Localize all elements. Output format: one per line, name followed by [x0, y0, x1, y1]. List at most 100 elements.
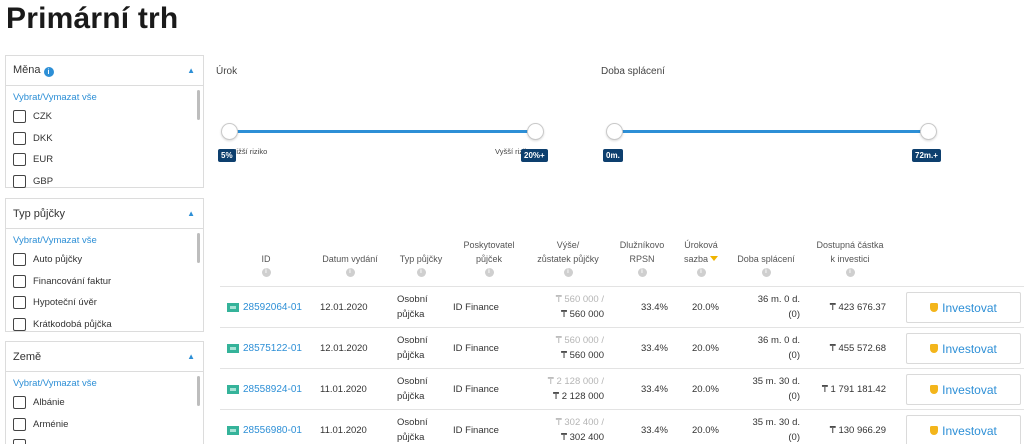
flag-icon: [227, 303, 239, 312]
column-header-rpsn[interactable]: Dlužníkovo RPSN i: [612, 238, 672, 277]
sort-descending-icon[interactable]: [710, 256, 719, 261]
info-icon[interactable]: i: [845, 268, 855, 277]
column-header-rate[interactable]: Úroková sazba i: [676, 238, 726, 277]
info-icon[interactable]: i: [484, 268, 494, 277]
flag-icon: [227, 344, 239, 353]
available-amount: ₸ 423 676.37: [829, 302, 886, 313]
row-divider: [220, 409, 1024, 410]
country-filter-panel: Země ▲ Vybrat/Vymazat vše Albánie Arméni…: [5, 341, 204, 444]
country-filter-header[interactable]: Země ▲: [6, 342, 203, 372]
loan-type-option[interactable]: Hypoteční úvěr: [13, 292, 196, 314]
loan-id-link[interactable]: 28558924-01: [227, 382, 302, 397]
checkbox[interactable]: [13, 253, 26, 267]
invest-button[interactable]: Investovat: [906, 292, 1021, 323]
scrollbar[interactable]: [197, 90, 200, 120]
page-title: Primární trh: [6, 2, 179, 35]
currency-filter-header[interactable]: Měna i ▲: [6, 56, 203, 86]
country-select-all-link[interactable]: Vybrat/Vymazat vše: [13, 376, 196, 392]
currency-option-dkk[interactable]: DKK: [13, 128, 196, 150]
originator: ID Finance: [453, 425, 499, 436]
column-header-issue-date[interactable]: Datum vydání i: [316, 252, 384, 277]
term-remaining: 36 m. 0 d. (0): [757, 335, 800, 361]
loan-type: Osobní půjčka: [397, 335, 428, 361]
term-max-handle[interactable]: [920, 123, 937, 140]
column-header-loan-type[interactable]: Typ půjčky i: [393, 252, 449, 277]
invest-button[interactable]: Investovat: [906, 374, 1021, 405]
currency-option-eur[interactable]: EUR: [13, 149, 196, 171]
available-amount: ₸ 455 572.68: [829, 343, 886, 354]
loan-type-option[interactable]: Auto půjčky: [13, 249, 196, 271]
loan-type-select-all-link[interactable]: Vybrat/Vymazat vše: [13, 233, 196, 249]
info-icon[interactable]: i: [563, 268, 573, 277]
loan-type-filter-title: Typ půjčky: [13, 207, 65, 220]
term-remaining: 35 m. 30 d. (0): [752, 376, 800, 402]
currency-option-gbp[interactable]: GBP: [13, 171, 196, 189]
loan-id-link[interactable]: 28556980-01: [227, 423, 302, 438]
available-amount: ₸ 1 791 181.42: [821, 384, 886, 395]
originator: ID Finance: [453, 302, 499, 313]
column-header-originator[interactable]: Poskytovatel půjček i: [455, 238, 523, 277]
info-icon[interactable]: i: [261, 268, 271, 277]
info-icon[interactable]: i: [761, 268, 771, 277]
loan-type-filter-header[interactable]: Typ půjčky ▲: [6, 199, 203, 229]
loan-type: Osobní půjčka: [397, 376, 428, 402]
checkbox[interactable]: [13, 439, 26, 444]
scrollbar[interactable]: [197, 376, 200, 406]
checkbox[interactable]: [13, 317, 26, 331]
loan-amount: ₸ 560 000 /₸ 560 000: [555, 294, 604, 320]
info-icon[interactable]: i: [345, 268, 355, 277]
checkbox[interactable]: [13, 110, 26, 124]
loan-type: Osobní půjčka: [397, 294, 428, 320]
loan-id-link[interactable]: 28592064-01: [227, 300, 302, 315]
scrollbar[interactable]: [197, 233, 200, 263]
column-header-id[interactable]: ID i: [248, 252, 284, 277]
row-divider: [220, 327, 1024, 328]
loan-type-option[interactable]: Krátkodobá půjčka: [13, 314, 196, 333]
country-option[interactable]: [13, 435, 196, 444]
originator: ID Finance: [453, 384, 499, 395]
currency-filter-title: Měna: [13, 63, 41, 76]
shield-icon: [930, 303, 939, 312]
row-divider: [220, 286, 1024, 287]
currency-option-czk[interactable]: CZK: [13, 106, 196, 128]
loan-amount: ₸ 560 000 /₸ 560 000: [555, 335, 604, 361]
checkbox[interactable]: [13, 153, 26, 167]
term-max-value-tag: 72m.+: [912, 149, 941, 162]
checkbox[interactable]: [13, 296, 26, 310]
chevron-up-icon[interactable]: ▲: [187, 209, 195, 218]
invest-button[interactable]: Investovat: [906, 333, 1021, 364]
interest-slider-track[interactable]: [229, 130, 536, 133]
info-icon[interactable]: i: [696, 268, 706, 277]
chevron-up-icon[interactable]: ▲: [187, 352, 195, 361]
term-min-handle[interactable]: [606, 123, 623, 140]
interest-max-handle[interactable]: [527, 123, 544, 140]
term-remaining: 36 m. 0 d. (0): [757, 294, 800, 320]
issue-date: 12.01.2020: [320, 302, 368, 313]
loan-id-link[interactable]: 28575122-01: [227, 341, 302, 356]
checkbox[interactable]: [13, 174, 26, 188]
checkbox[interactable]: [13, 396, 26, 410]
column-header-amount[interactable]: Výše/zůstatek půjčky i: [530, 238, 606, 277]
checkbox[interactable]: [13, 131, 26, 145]
term-slider-track[interactable]: [614, 130, 929, 133]
info-icon[interactable]: i: [43, 67, 54, 78]
invest-button[interactable]: Investovat: [906, 415, 1021, 444]
checkbox[interactable]: [13, 274, 26, 288]
loan-type: Osobní půjčka: [397, 417, 428, 443]
term-remaining: 35 m. 30 d. (0): [752, 417, 800, 443]
info-icon[interactable]: i: [637, 268, 647, 277]
interest-slider-label: Úrok: [216, 66, 238, 77]
loan-amount: ₸ 302 400 /₸ 302 400: [555, 417, 604, 443]
checkbox[interactable]: [13, 417, 26, 431]
chevron-up-icon[interactable]: ▲: [187, 66, 195, 75]
column-header-available[interactable]: Dostupná částka k investici i: [808, 238, 892, 277]
rpsn-value: 33.4%: [641, 425, 668, 436]
info-icon[interactable]: i: [416, 268, 426, 277]
low-risk-label: Nižší riziko: [231, 147, 268, 156]
loan-type-option[interactable]: Financování faktur: [13, 271, 196, 293]
column-header-term[interactable]: Doba splácení i: [732, 252, 800, 277]
interest-min-handle[interactable]: [221, 123, 238, 140]
currency-select-all-link[interactable]: Vybrat/Vymazat vše: [13, 90, 196, 106]
country-option[interactable]: Arménie: [13, 414, 196, 436]
country-option[interactable]: Albánie: [13, 392, 196, 414]
